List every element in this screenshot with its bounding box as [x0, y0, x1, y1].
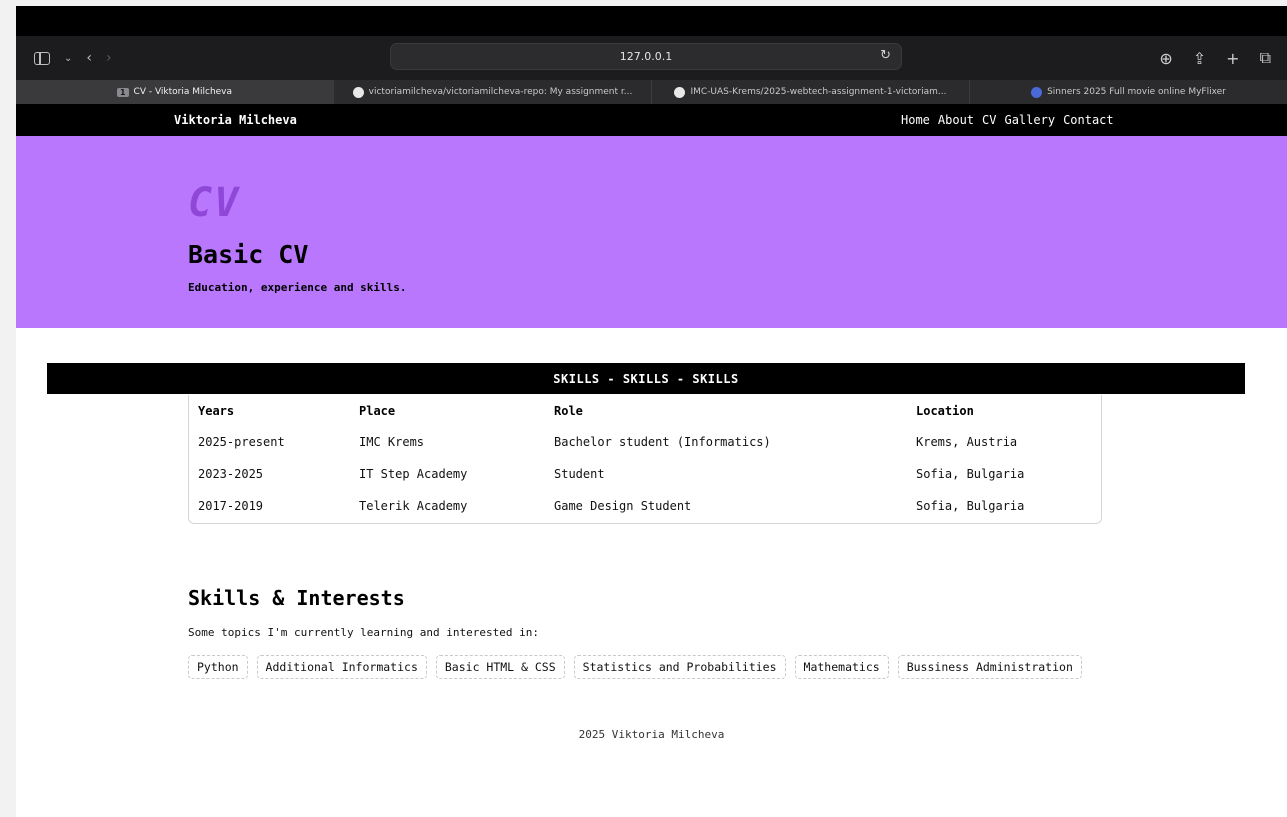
chip-additional-informatics: Additional Informatics [256, 655, 427, 679]
interests-subtitle: Some topics I'm currently learning and i… [188, 626, 539, 639]
chip-html-css: Basic HTML & CSS [435, 655, 565, 679]
github-icon [352, 86, 364, 98]
cell-years: 2017-2019 [198, 499, 264, 513]
chip-statistics: Statistics and Probabilities [573, 655, 786, 679]
cell-role: Game Design Student [554, 499, 692, 513]
browser-toolbar: ⌄ ‹ › 127.0.0.1 ↻ ⊕ ⇪ + ⧉ [16, 36, 1287, 80]
column-header-role: Role [554, 403, 583, 418]
share-icon[interactable]: ⇪ [1193, 49, 1206, 68]
download-icon[interactable]: ⊕ [1159, 49, 1172, 68]
cell-location: Krems, Austria [916, 435, 1018, 449]
address-bar[interactable]: 127.0.0.1 ↻ [390, 43, 902, 70]
cell-place: Telerik Academy [359, 499, 468, 513]
chip-python: Python [188, 655, 248, 679]
cell-place: IT Step Academy [359, 467, 468, 481]
cell-place: IMC Krems [359, 435, 425, 449]
reload-icon[interactable]: ↻ [880, 48, 891, 63]
title-bar [16, 6, 1287, 36]
site-brand[interactable]: Viktoria Milcheva [174, 113, 297, 127]
tab-bar: 1 CV - Viktoria Milcheva victoriamilchev… [16, 80, 1287, 104]
skills-banner: SKILLS - SKILLS - SKILLS [47, 363, 1245, 394]
column-header-location: Location [916, 403, 974, 418]
nav-link-home[interactable]: Home [901, 113, 930, 127]
hero-section: CV Basic CV Education, experience and sk… [16, 136, 1287, 328]
tab-github-repo[interactable]: victoriamilcheva/victoriamilcheva-repo: … [333, 80, 651, 104]
cell-role: Bachelor student (Informatics) [554, 435, 771, 449]
tab-badge: 1 [116, 87, 129, 97]
nav-link-cv[interactable]: CV [982, 113, 996, 127]
cell-role: Student [554, 467, 605, 481]
tab-movie[interactable]: Sinners 2025 Full movie online MyFlixer [969, 80, 1287, 104]
sidebar-toggle-icon[interactable] [34, 51, 50, 65]
tab-title: CV - Viktoria Milcheva [133, 87, 233, 97]
back-arrow-icon[interactable]: ‹ [86, 50, 92, 66]
browser-window: ⌄ ‹ › 127.0.0.1 ↻ ⊕ ⇪ + ⧉ 1 CV - Viktori… [16, 6, 1287, 817]
table-row: 2025-present IMC Krems Bachelor student … [189, 426, 1101, 458]
interest-chips: Python Additional Informatics Basic HTML… [188, 655, 1082, 679]
column-header-place: Place [359, 403, 396, 418]
hero-tag: CV [188, 180, 241, 226]
nav-link-contact[interactable]: Contact [1063, 113, 1114, 127]
table-row: 2017-2019 Telerik Academy Game Design St… [189, 490, 1101, 522]
tab-title: victoriamilcheva/victoriamilcheva-repo: … [368, 87, 633, 97]
new-tab-icon[interactable]: + [1226, 49, 1239, 68]
film-icon [1031, 86, 1043, 98]
cell-location: Sofia, Bulgaria [916, 499, 1025, 513]
table-header-row: Years Place Role Location [189, 395, 1101, 426]
table-row: 2023-2025 IT Step Academy Student Sofia,… [189, 458, 1101, 490]
cv-table: Years Place Role Location 2025-present I… [189, 395, 1101, 522]
page-footer: 2025 Viktoria Milcheva [578, 728, 725, 741]
cell-location: Sofia, Bulgaria [916, 467, 1025, 481]
nav-link-gallery[interactable]: Gallery [1004, 113, 1055, 127]
nav-links: Home About CV Gallery Contact [901, 113, 1114, 127]
tab-cv[interactable]: 1 CV - Viktoria Milcheva [16, 80, 333, 104]
tab-title: IMC-UAS-Krems/2025-webtech-assignment-1-… [690, 87, 947, 97]
page-subtitle: Education, experience and skills. [188, 281, 407, 294]
column-header-years: Years [198, 403, 235, 418]
chip-mathematics: Mathematics [794, 655, 889, 679]
chip-business-administration: Bussiness Administration [897, 655, 1082, 679]
url-text: 127.0.0.1 [619, 50, 673, 63]
cv-table-card: Years Place Role Location 2025-present I… [188, 395, 1102, 524]
tab-title: Sinners 2025 Full movie online MyFlixer [1047, 87, 1226, 97]
tab-github-assignment[interactable]: IMC-UAS-Krems/2025-webtech-assignment-1-… [651, 80, 969, 104]
cell-years: 2023-2025 [198, 467, 264, 481]
github-icon [674, 86, 686, 98]
cell-years: 2025-present [198, 435, 285, 449]
page-title: Basic CV [188, 240, 309, 269]
tab-overview-icon[interactable]: ⧉ [1260, 48, 1271, 68]
interests-heading: Skills & Interests [188, 586, 405, 610]
chevron-down-icon[interactable]: ⌄ [64, 53, 72, 64]
nav-link-about[interactable]: About [938, 113, 974, 127]
forward-arrow-icon[interactable]: › [106, 50, 112, 66]
site-navbar: Viktoria Milcheva Home About CV Gallery … [16, 104, 1287, 136]
